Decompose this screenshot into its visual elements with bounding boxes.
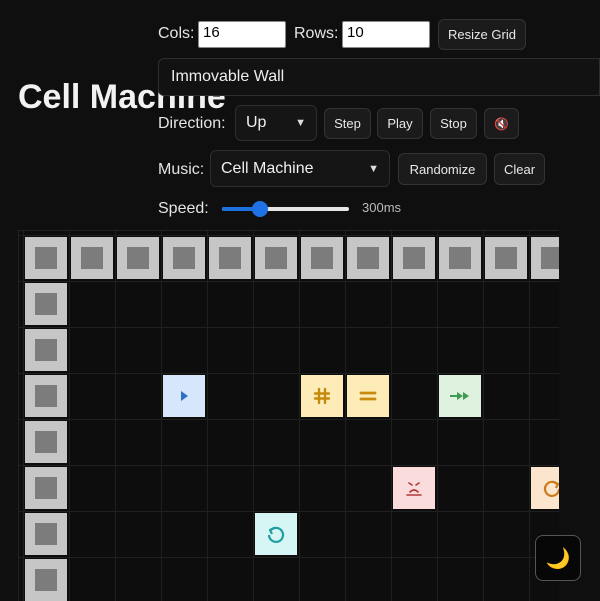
- immovable-wall-cell[interactable]: [485, 237, 527, 279]
- step-button[interactable]: Step: [324, 108, 371, 139]
- enemy-face-icon: [404, 478, 424, 498]
- generator-cell[interactable]: [439, 375, 481, 417]
- mute-button[interactable]: 🔇: [484, 108, 519, 139]
- rotate-cw-icon: [541, 477, 559, 499]
- mute-icon: 🔇: [494, 116, 509, 131]
- wall-inner: [495, 247, 517, 269]
- wall-inner: [449, 247, 471, 269]
- wall-inner: [35, 385, 57, 407]
- randomize-button[interactable]: Randomize: [398, 153, 487, 185]
- speed-label: Speed:: [158, 200, 209, 217]
- moon-icon: 🌙: [545, 547, 571, 570]
- wall-inner: [35, 569, 57, 591]
- speed-slider-thumb[interactable]: [252, 201, 269, 217]
- equals-cell-cell[interactable]: [347, 375, 389, 417]
- cell-grid[interactable]: [18, 230, 559, 601]
- rows-input[interactable]: 10: [342, 21, 430, 48]
- wall-inner: [35, 523, 57, 545]
- wall-inner: [35, 477, 57, 499]
- wall-inner: [35, 247, 57, 269]
- rotator-ccw-cell[interactable]: [255, 513, 297, 555]
- wall-inner: [173, 247, 195, 269]
- music-select[interactable]: Cell Machine ▼: [210, 150, 390, 187]
- play-arrow-icon: [177, 389, 191, 403]
- immovable-wall-cell[interactable]: [439, 237, 481, 279]
- wall-inner: [541, 247, 559, 269]
- stop-button[interactable]: Stop: [430, 108, 477, 139]
- immovable-wall-cell[interactable]: [25, 375, 67, 417]
- chevron-down-icon: ▼: [295, 117, 306, 129]
- immovable-wall-cell[interactable]: [209, 237, 251, 279]
- rows-label: Rows:: [294, 25, 339, 42]
- direction-select[interactable]: Up ▼: [235, 105, 317, 141]
- immovable-wall-cell[interactable]: [71, 237, 113, 279]
- resize-grid-button[interactable]: Resize Grid: [438, 19, 526, 50]
- immovable-wall-cell[interactable]: [25, 467, 67, 509]
- wall-inner: [219, 247, 241, 269]
- immovable-wall-cell[interactable]: [25, 329, 67, 371]
- immovable-wall-cell[interactable]: [25, 283, 67, 325]
- wall-inner: [81, 247, 103, 269]
- music-select-value: Cell Machine: [221, 159, 314, 177]
- chevron-down-icon: ▼: [368, 162, 379, 175]
- direction-label: Direction:: [158, 115, 226, 132]
- speed-value: 300ms: [362, 200, 402, 215]
- wall-inner: [311, 247, 333, 269]
- immovable-wall-cell[interactable]: [531, 237, 559, 279]
- wall-inner: [265, 247, 287, 269]
- speed-slider[interactable]: [222, 201, 349, 217]
- direction-select-value: Up: [246, 114, 267, 131]
- rotate-ccw-icon: [265, 523, 287, 545]
- music-label: Music:: [158, 161, 205, 178]
- theme-toggle-button[interactable]: 🌙: [535, 535, 581, 581]
- tool-select[interactable]: Immovable Wall: [158, 58, 600, 96]
- immovable-wall-cell[interactable]: [393, 237, 435, 279]
- wall-inner: [127, 247, 149, 269]
- cols-label: Cols:: [158, 25, 195, 42]
- cols-input[interactable]: 16: [198, 21, 286, 48]
- immovable-wall-cell[interactable]: [347, 237, 389, 279]
- mover-cell[interactable]: [163, 375, 205, 417]
- play-button[interactable]: Play: [377, 108, 423, 139]
- immovable-wall-cell[interactable]: [25, 513, 67, 555]
- tool-select-value: Immovable Wall: [171, 68, 285, 85]
- rotator-cw-cell[interactable]: [531, 467, 559, 509]
- equals-icon: [358, 386, 378, 406]
- wall-inner: [35, 339, 57, 361]
- enemy-cell[interactable]: [393, 467, 435, 509]
- immovable-wall-cell[interactable]: [163, 237, 205, 279]
- immovable-wall-cell[interactable]: [25, 421, 67, 463]
- double-arrow-icon: [448, 390, 472, 402]
- wall-inner: [357, 247, 379, 269]
- hash-cell-cell[interactable]: [301, 375, 343, 417]
- immovable-wall-cell[interactable]: [25, 237, 67, 279]
- immovable-wall-cell[interactable]: [301, 237, 343, 279]
- immovable-wall-cell[interactable]: [255, 237, 297, 279]
- hash-icon: [312, 386, 332, 406]
- wall-inner: [35, 293, 57, 315]
- immovable-wall-cell[interactable]: [25, 559, 67, 601]
- wall-inner: [35, 431, 57, 453]
- wall-inner: [403, 247, 425, 269]
- clear-button[interactable]: Clear: [494, 153, 545, 185]
- immovable-wall-cell[interactable]: [117, 237, 159, 279]
